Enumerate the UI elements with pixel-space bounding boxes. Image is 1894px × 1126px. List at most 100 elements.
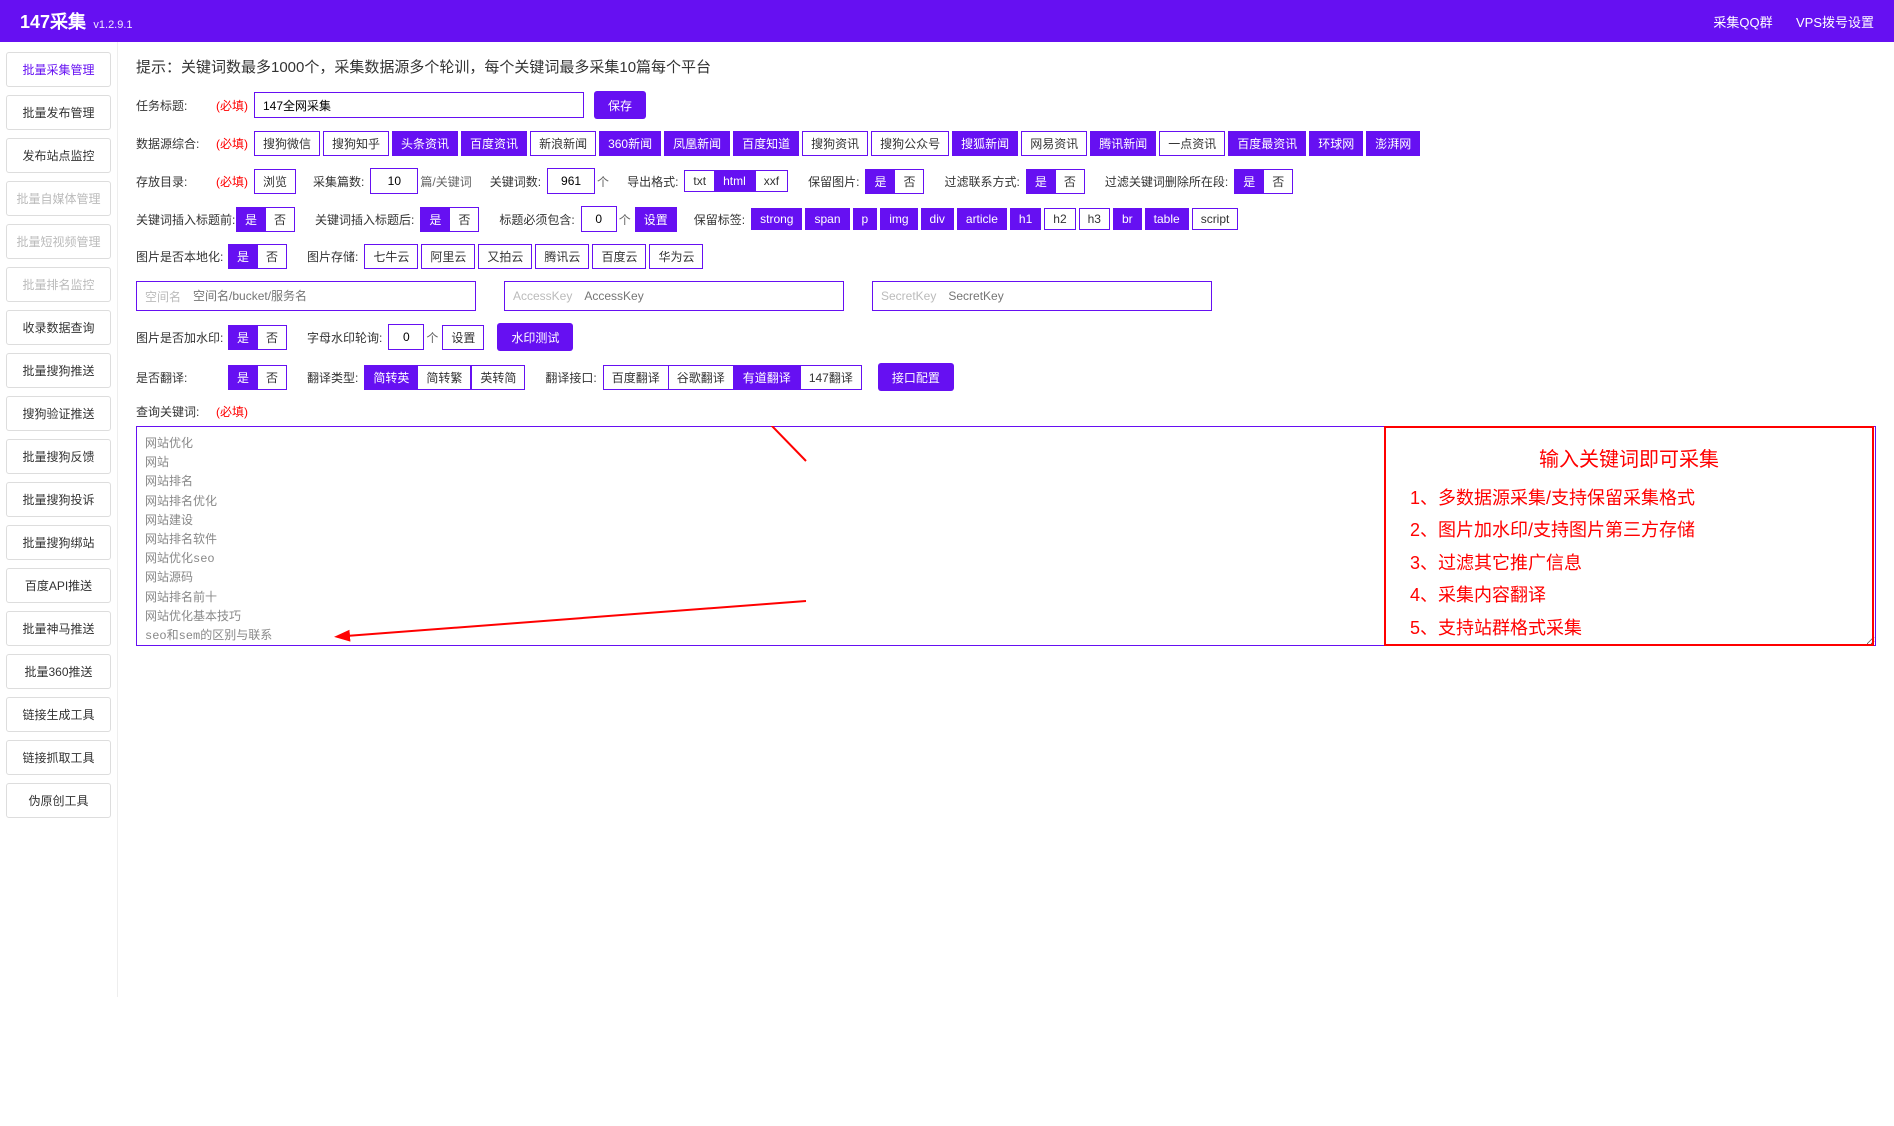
kw-before-no[interactable]: 否 [265, 207, 295, 232]
translate-yes[interactable]: 是 [228, 365, 257, 390]
tag-option[interactable]: 阿里云 [421, 244, 475, 269]
letter-wm-input[interactable] [388, 324, 424, 350]
sidebar-item[interactable]: 批量搜狗推送 [6, 353, 111, 388]
sidebar-item[interactable]: 批量搜狗投诉 [6, 482, 111, 517]
tag-option[interactable]: 百度翻译 [603, 365, 668, 390]
accesskey-input[interactable] [580, 282, 843, 310]
tag-option[interactable]: br [1113, 208, 1142, 230]
tag-option[interactable]: 搜狗微信 [254, 131, 320, 156]
tag-option[interactable]: strong [751, 208, 802, 230]
tag-option[interactable]: div [921, 208, 954, 230]
tag-option[interactable]: 有道翻译 [734, 365, 800, 390]
sidebar-item[interactable]: 收录数据查询 [6, 310, 111, 345]
task-title-input[interactable] [254, 92, 584, 118]
tag-option[interactable]: img [880, 208, 917, 230]
tag-option[interactable]: 华为云 [649, 244, 703, 269]
tag-option[interactable]: 百度云 [592, 244, 646, 269]
tag-option[interactable]: 英转简 [471, 365, 525, 390]
watermark-no[interactable]: 否 [257, 325, 287, 350]
tag-option[interactable]: 百度资讯 [461, 131, 527, 156]
tag-option[interactable]: 简转英 [364, 365, 417, 390]
secretkey-input[interactable] [944, 282, 1211, 310]
tag-option[interactable]: 头条资讯 [392, 131, 458, 156]
image-local-no[interactable]: 否 [257, 244, 287, 269]
tag-option[interactable]: table [1145, 208, 1189, 230]
image-local-yes[interactable]: 是 [228, 244, 257, 269]
sidebar-item[interactable]: 链接生成工具 [6, 697, 111, 732]
tag-option[interactable]: 百度最资讯 [1228, 131, 1306, 156]
query-kw-label: 查询关键词: [136, 403, 214, 420]
kw-after-yes[interactable]: 是 [420, 207, 449, 232]
space-input[interactable] [189, 282, 475, 310]
tag-option[interactable]: h2 [1044, 208, 1075, 230]
keywords-textarea[interactable] [136, 426, 1876, 646]
tag-option[interactable]: 一点资讯 [1159, 131, 1225, 156]
filter-contact-label: 过滤联系方式: [944, 173, 1019, 190]
watermark-yes[interactable]: 是 [228, 325, 257, 350]
sidebar-item[interactable]: 批量搜狗绑站 [6, 525, 111, 560]
sidebar-item[interactable]: 搜狗验证推送 [6, 396, 111, 431]
sidebar-item[interactable]: 批量360推送 [6, 654, 111, 689]
secretkey-field: SecretKey [872, 281, 1212, 311]
tag-option[interactable]: 360新闻 [599, 131, 661, 156]
save-button[interactable]: 保存 [594, 91, 646, 119]
watermark-test-button[interactable]: 水印测试 [497, 323, 573, 351]
keyword-count-input[interactable] [547, 168, 595, 194]
tag-option[interactable]: 又拍云 [478, 244, 532, 269]
filter-contact-no[interactable]: 否 [1055, 169, 1085, 194]
tag-option[interactable]: html [714, 170, 755, 192]
tag-option[interactable]: 搜狗资讯 [802, 131, 868, 156]
keep-image-no[interactable]: 否 [894, 169, 924, 194]
collect-count-input[interactable] [370, 168, 418, 194]
sidebar-item[interactable]: 批量采集管理 [6, 52, 111, 87]
sk-prefix: SecretKey [873, 289, 944, 303]
tag-option[interactable]: 腾讯云 [535, 244, 589, 269]
tag-option[interactable]: 简转繁 [417, 365, 471, 390]
title-set-button[interactable]: 设置 [635, 207, 677, 232]
vps-dial-link[interactable]: VPS拨号设置 [1796, 15, 1874, 30]
sidebar-item[interactable]: 发布站点监控 [6, 138, 111, 173]
title-contain-input[interactable] [581, 206, 617, 232]
tag-option[interactable]: 澎湃网 [1366, 131, 1420, 156]
tag-option[interactable]: 谷歌翻译 [668, 365, 734, 390]
tag-option[interactable]: 凤凰新闻 [664, 131, 730, 156]
tag-option[interactable]: article [957, 208, 1007, 230]
tag-option[interactable]: 腾讯新闻 [1090, 131, 1156, 156]
tag-option[interactable]: 新浪新闻 [530, 131, 596, 156]
tag-option[interactable]: p [853, 208, 878, 230]
filter-kw-del-no[interactable]: 否 [1263, 169, 1293, 194]
kw-after-no[interactable]: 否 [449, 207, 479, 232]
sidebar-item[interactable]: 伪原创工具 [6, 783, 111, 818]
browse-button[interactable]: 浏览 [254, 169, 296, 194]
kw-before-yes[interactable]: 是 [236, 207, 265, 232]
tag-option[interactable]: xxf [755, 170, 788, 192]
export-format-label: 导出格式: [627, 173, 678, 190]
sidebar-item: 批量自媒体管理 [6, 181, 111, 216]
qq-group-link[interactable]: 采集QQ群 [1713, 15, 1772, 30]
sidebar-item[interactable]: 百度API推送 [6, 568, 111, 603]
keep-image-yes[interactable]: 是 [865, 169, 894, 194]
tag-option[interactable]: h1 [1010, 208, 1041, 230]
letter-wm-set[interactable]: 设置 [442, 325, 484, 350]
api-config-button[interactable]: 接口配置 [878, 363, 954, 391]
sidebar-item[interactable]: 批量神马推送 [6, 611, 111, 646]
tag-option[interactable]: 147翻译 [800, 365, 862, 390]
sidebar-item[interactable]: 批量发布管理 [6, 95, 111, 130]
tag-option[interactable]: script [1192, 208, 1239, 230]
tag-option[interactable]: 百度知道 [733, 131, 799, 156]
tag-option[interactable]: 七牛云 [364, 244, 418, 269]
sidebar-item[interactable]: 批量搜狗反馈 [6, 439, 111, 474]
tag-option[interactable]: 网易资讯 [1021, 131, 1087, 156]
filter-kw-del-yes[interactable]: 是 [1234, 169, 1263, 194]
tag-option[interactable]: 搜狗知乎 [323, 131, 389, 156]
translate-no[interactable]: 否 [257, 365, 287, 390]
sidebar-item[interactable]: 链接抓取工具 [6, 740, 111, 775]
tag-option[interactable]: 搜狗公众号 [871, 131, 949, 156]
tag-option[interactable]: span [805, 208, 849, 230]
tag-option[interactable]: txt [684, 170, 714, 192]
tag-option[interactable]: 环球网 [1309, 131, 1363, 156]
filter-contact-yes[interactable]: 是 [1026, 169, 1055, 194]
tag-option[interactable]: 搜狐新闻 [952, 131, 1018, 156]
tag-option[interactable]: h3 [1079, 208, 1110, 230]
translate-type-label: 翻译类型: [307, 369, 358, 386]
